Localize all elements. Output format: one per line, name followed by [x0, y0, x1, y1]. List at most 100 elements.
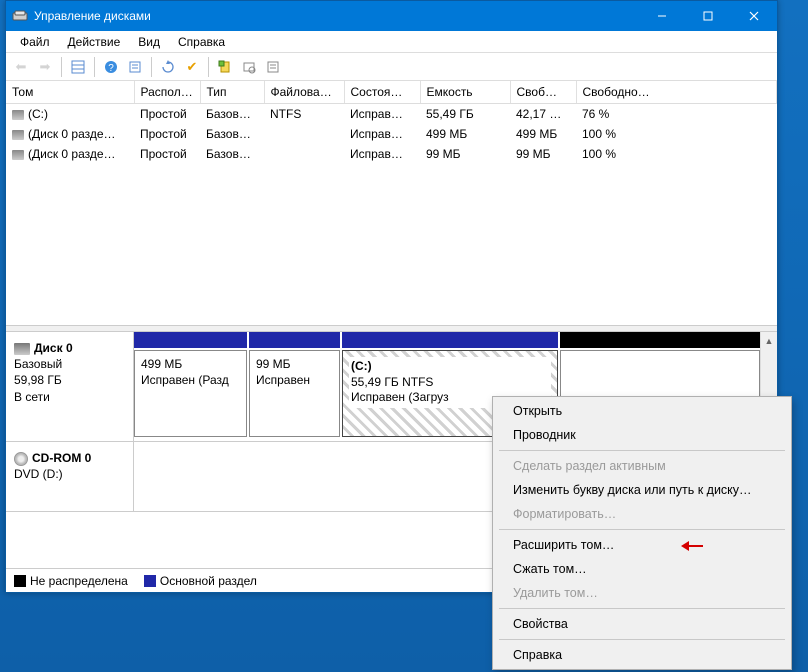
part-status: Исправен (Загруз	[351, 390, 449, 404]
col-fs[interactable]: Файлова…	[264, 81, 344, 104]
minimize-button[interactable]	[639, 1, 685, 31]
cell: Исправ…	[344, 104, 420, 125]
ctx-change-letter[interactable]: Изменить букву диска или путь к диску…	[495, 478, 789, 502]
menu-action[interactable]: Действие	[60, 33, 129, 51]
back-button: ⬅	[10, 56, 32, 78]
ctx-delete-volume: Удалить том…	[495, 581, 789, 605]
ctx-shrink-volume[interactable]: Сжать том…	[495, 557, 789, 581]
settings-icon[interactable]	[262, 56, 284, 78]
disk-info[interactable]: CD-ROM 0 DVD (D:)	[6, 442, 134, 511]
cell: (C:)	[28, 107, 48, 121]
cell	[264, 124, 344, 144]
separator	[61, 57, 62, 77]
col-status[interactable]: Состоя…	[344, 81, 420, 104]
menu-view[interactable]: Вид	[130, 33, 168, 51]
disk-kind: Базовый	[14, 357, 62, 371]
scroll-up-icon[interactable]: ▲	[761, 332, 777, 349]
close-button[interactable]	[731, 1, 777, 31]
maximize-button[interactable]	[685, 1, 731, 31]
check-icon[interactable]: ✔	[181, 56, 203, 78]
cell: 99 МБ	[510, 144, 576, 164]
partition[interactable]: 499 МБ Исправен (Разд	[134, 350, 247, 437]
partition-header-bar	[134, 332, 760, 348]
col-free[interactable]: Своб…	[510, 81, 576, 104]
cell: (Диск 0 разде…	[28, 147, 116, 161]
col-freepct[interactable]: Свободно…	[576, 81, 777, 104]
volume-icon	[12, 150, 24, 160]
part-status: Исправен	[256, 373, 310, 387]
cell: 100 %	[576, 124, 777, 144]
cell: (Диск 0 разде…	[28, 127, 116, 141]
table-row[interactable]: (C:) Простой Базов… NTFS Исправ… 55,49 Г…	[6, 104, 777, 125]
detach-icon[interactable]	[238, 56, 260, 78]
cell: 99 МБ	[420, 144, 510, 164]
rescan-icon[interactable]	[214, 56, 236, 78]
ctx-open[interactable]: Открыть	[495, 399, 789, 423]
col-type[interactable]: Тип	[200, 81, 264, 104]
cell: 100 %	[576, 144, 777, 164]
refresh-icon[interactable]	[157, 56, 179, 78]
cell: Простой	[134, 144, 200, 164]
titlebar[interactable]: Управление дисками	[6, 1, 777, 31]
legend-label: Не распределена	[30, 574, 128, 588]
view-list-icon[interactable]	[67, 56, 89, 78]
svg-text:?: ?	[108, 63, 114, 74]
ctx-extend-volume[interactable]: Расширить том…	[495, 533, 789, 557]
table-row[interactable]: (Диск 0 разде… Простой Базов… Исправ… 99…	[6, 144, 777, 164]
part-status: Исправен (Разд	[141, 373, 229, 387]
legend-swatch-primary	[144, 575, 156, 587]
cdrom-label: DVD (D:)	[14, 467, 63, 481]
window-buttons	[639, 1, 777, 31]
disk-name: CD-ROM 0	[32, 451, 91, 465]
part-size: 99 МБ	[256, 357, 291, 371]
legend-unallocated: Не распределена	[14, 574, 128, 588]
cell: Простой	[134, 104, 200, 125]
cell: 499 МБ	[420, 124, 510, 144]
disk-name: Диск 0	[34, 341, 73, 355]
properties-icon[interactable]	[124, 56, 146, 78]
menu-file[interactable]: Файл	[12, 33, 58, 51]
volume-table[interactable]: Том Распол… Тип Файлова… Состоя… Емкость…	[6, 81, 777, 164]
menu-help[interactable]: Справка	[170, 33, 233, 51]
volume-list-pane: Том Распол… Тип Файлова… Состоя… Емкость…	[6, 81, 777, 326]
toolbar: ⬅ ➡ ? ✔	[6, 53, 777, 81]
separator	[499, 608, 785, 609]
disk-info[interactable]: Диск 0 Базовый 59,98 ГБ В сети	[6, 332, 134, 441]
help-icon[interactable]: ?	[100, 56, 122, 78]
partition-stripe	[134, 332, 247, 348]
cell: Базов…	[200, 104, 264, 125]
ctx-explorer[interactable]: Проводник	[495, 423, 789, 447]
table-header-row[interactable]: Том Распол… Тип Файлова… Состоя… Емкость…	[6, 81, 777, 104]
legend-label: Основной раздел	[160, 574, 257, 588]
part-size: 55,49 ГБ NTFS	[351, 375, 433, 389]
partition[interactable]: 99 МБ Исправен	[249, 350, 340, 437]
col-volume[interactable]: Том	[6, 81, 134, 104]
ctx-make-active: Сделать раздел активным	[495, 454, 789, 478]
ctx-format: Форматировать…	[495, 502, 789, 526]
cell: Исправ…	[344, 144, 420, 164]
disk-size: 59,98 ГБ	[14, 373, 62, 387]
table-row[interactable]: (Диск 0 разде… Простой Базов… Исправ… 49…	[6, 124, 777, 144]
separator	[499, 639, 785, 640]
col-layout[interactable]: Распол…	[134, 81, 200, 104]
legend-swatch-unallocated	[14, 575, 26, 587]
col-capacity[interactable]: Емкость	[420, 81, 510, 104]
ctx-properties[interactable]: Свойства	[495, 612, 789, 636]
separator	[94, 57, 95, 77]
part-size: 499 МБ	[141, 357, 182, 371]
cdrom-icon	[14, 452, 28, 466]
separator	[499, 529, 785, 530]
cell: 42,17 …	[510, 104, 576, 125]
context-menu: Открыть Проводник Сделать раздел активны…	[492, 396, 792, 670]
forward-button: ➡	[34, 56, 56, 78]
separator	[151, 57, 152, 77]
cell: Базов…	[200, 144, 264, 164]
menubar: Файл Действие Вид Справка	[6, 31, 777, 53]
cell: Простой	[134, 124, 200, 144]
cell: 55,49 ГБ	[420, 104, 510, 125]
unallocated-stripe	[560, 332, 760, 348]
disk-state: В сети	[14, 390, 50, 404]
ctx-help[interactable]: Справка	[495, 643, 789, 667]
cell: NTFS	[264, 104, 344, 125]
volume-icon	[12, 130, 24, 140]
